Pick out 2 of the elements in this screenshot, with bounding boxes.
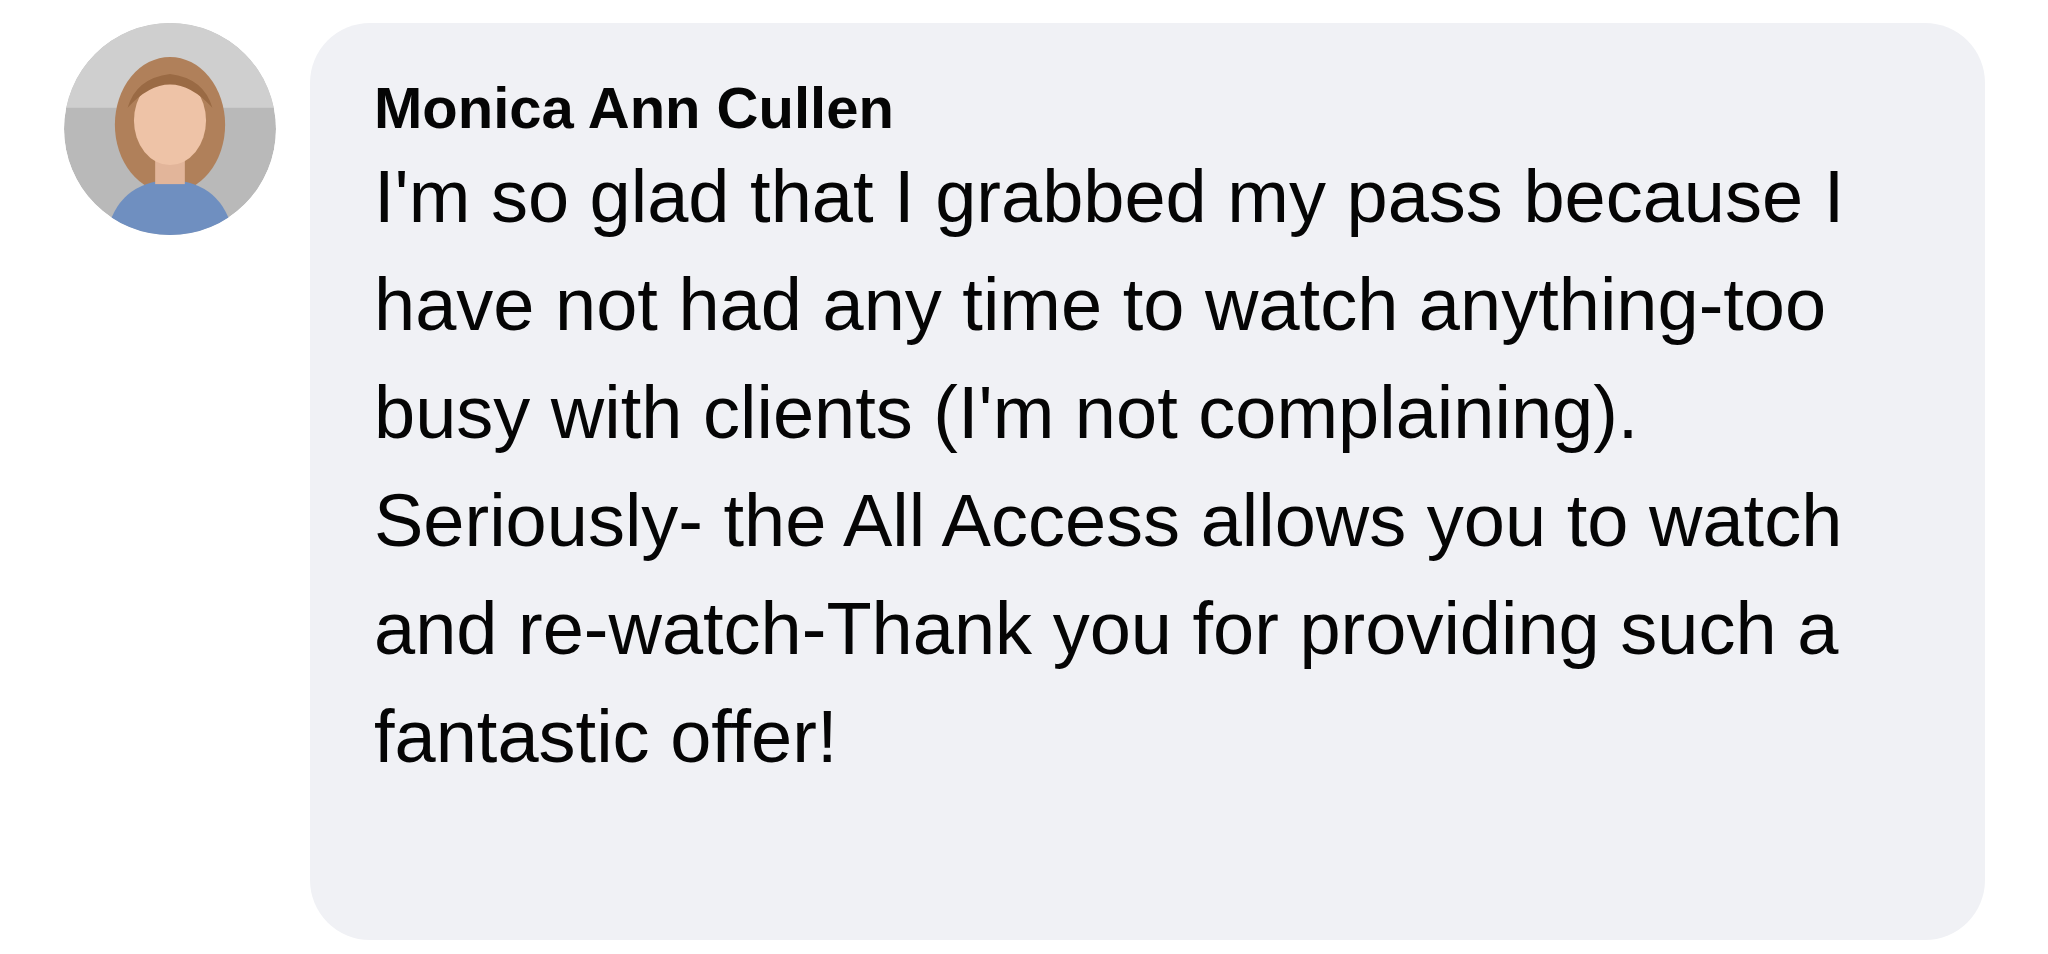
author-name[interactable]: Monica Ann Cullen — [374, 73, 894, 143]
comment-text: I'm so glad that I grabbed my pass because I have not had any time to watch anything-too busy with clients (I'm not complaining). Seriously- the All Access allows you to watch and re-watch-Thank you for providing such a fantastic offer! — [374, 154, 1846, 780]
